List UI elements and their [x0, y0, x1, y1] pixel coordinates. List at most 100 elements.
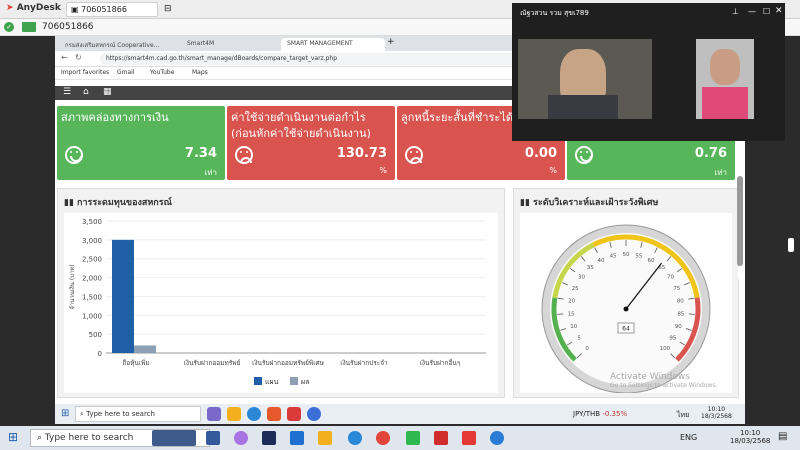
close-icon[interactable]: ✕ [775, 6, 783, 16]
app-icon[interactable] [287, 407, 301, 421]
clock-date: 18/03/2568 [730, 437, 771, 445]
teams-title: ณัฐวสวน รวม สุขเ789 [520, 9, 589, 17]
anydesk-session-tab[interactable]: ▣ 706051866 [66, 2, 158, 17]
card-liquidity[interactable]: สภาพคล่องทางการเงิน 7.34 เท่า [57, 106, 225, 180]
card-value: 130.73 [336, 146, 387, 161]
outlook-icon[interactable] [290, 431, 304, 445]
bookmark-maps[interactable]: Maps [192, 69, 208, 76]
minimize-icon[interactable]: — [748, 7, 756, 16]
maximize-icon[interactable]: ☐ [763, 7, 770, 16]
chrome-icon[interactable] [307, 407, 321, 421]
gauge-tick-label: 5 [577, 336, 581, 342]
anydesk-tab-label: 706051866 [81, 5, 127, 14]
y-tick-label: 3,500 [82, 218, 102, 226]
table-icon[interactable]: ▦ [103, 87, 112, 97]
remote-taskbar: ⊞ ⌕ Type here to search JPY/THB -0.35% ไ… [55, 404, 745, 424]
participant-face [710, 49, 740, 85]
pin-icon[interactable]: ⊥ [732, 7, 739, 16]
card-value: 7.34 [184, 146, 217, 161]
edge-icon[interactable] [348, 431, 362, 445]
bookmark-import[interactable]: Import favorites [61, 69, 109, 76]
search-highlight-image [152, 430, 196, 446]
edge-icon[interactable] [247, 407, 261, 421]
remote-clock[interactable]: 10:10 18/3/2568 [701, 406, 732, 420]
taskview-icon[interactable] [206, 431, 220, 445]
line-icon[interactable] [406, 431, 420, 445]
local-taskbar: ⊞ ⌕ Type here to search ENG 10:10 18/03/2… [0, 426, 800, 450]
bookmark-gmail[interactable]: Gmail [117, 69, 135, 76]
menu-icon[interactable]: ☰ [63, 87, 71, 97]
y-tick-label: 500 [89, 331, 102, 339]
clock-time: 10:10 [740, 429, 761, 437]
page-scrollbar[interactable] [737, 176, 743, 266]
windows-start-icon[interactable]: ⊞ [61, 408, 69, 419]
gauge-hub [623, 306, 629, 312]
clock-date: 18/3/2568 [701, 413, 732, 420]
copilot-icon[interactable] [234, 431, 248, 445]
language-indicator[interactable]: ENG [680, 433, 697, 442]
side-panel-handle[interactable] [788, 238, 794, 252]
bar-chart-icon: ▮▮ [64, 198, 74, 208]
gauge-tick-label: 85 [677, 311, 684, 317]
fundraising-bar-chart: 0 500 1,000 1,500 2,000 2,500 3,000 3,500 จำนวนเ… [69, 218, 486, 386]
app-icon[interactable] [207, 407, 221, 421]
participant-shirt [702, 87, 748, 119]
browser-tab-3[interactable]: SMART MANAGEMENT [281, 38, 385, 51]
card-unit: % [379, 166, 387, 175]
bar-chart-icon: ▮▮ [520, 198, 530, 208]
bar-แผน [112, 239, 134, 353]
legend-label: ผล [301, 378, 309, 386]
gauge-tick-label: 80 [677, 298, 684, 304]
app-icon[interactable] [267, 407, 281, 421]
x-tick-label: ถือหุ้นเพิ่ม [122, 358, 149, 367]
file-explorer-icon[interactable] [227, 407, 241, 421]
chart-area: 0 500 1,000 1,500 2,000 2,500 3,000 3,500 จำนวนเ… [64, 213, 498, 393]
bookmark-youtube[interactable]: YouTube [150, 69, 174, 76]
panel-title: การระดมทุนของสหกรณ์ [77, 198, 172, 208]
monitoring-panel: ▮▮ ระดับวิเคราะห์และเฝ้าระวังพิเศษ 0 5 10 1… [513, 188, 739, 398]
collapse-handle[interactable] [738, 266, 743, 280]
panel-header: ▮▮ การระดมทุนของสหกรณ์ [64, 195, 172, 209]
legend-label: แผน [265, 378, 279, 386]
monitor-icon[interactable]: ⊟ [164, 4, 172, 14]
windows-start-icon[interactable]: ⊞ [8, 430, 18, 444]
teams-icon[interactable] [490, 431, 504, 445]
notification-icon[interactable]: ▤ [778, 431, 787, 442]
participant-video-1 [518, 39, 652, 119]
check-icon: ✓ [4, 22, 14, 32]
browser-tab-2[interactable]: Smart4M [181, 38, 279, 51]
photoshop-icon[interactable] [262, 431, 276, 445]
file-explorer-icon[interactable] [318, 431, 332, 445]
y-axis-label: จำนวนเงิน (บาท) [69, 264, 76, 309]
participant-video-2 [696, 39, 754, 119]
chrome-icon[interactable] [376, 431, 390, 445]
smile-icon [65, 146, 83, 164]
gauge-tick-label: 30 [578, 275, 585, 281]
acrobat-icon[interactable] [434, 431, 448, 445]
browser-tab-1[interactable]: กรมส่งเสริมสหกรณ์ Cooperative... [59, 38, 179, 51]
tab-label: SMART MANAGEMENT [287, 40, 353, 47]
legend-swatch [254, 377, 262, 385]
x-tick-label: เงินรับฝากประจำ [340, 359, 388, 367]
home-icon[interactable]: ⌂ [83, 87, 89, 97]
anydesk-icon[interactable] [462, 431, 476, 445]
remote-search-box[interactable]: ⌕ Type here to search [75, 406, 201, 422]
gauge-tick-label: 50 [623, 252, 630, 258]
anydesk-address-value[interactable]: 706051866 [42, 22, 94, 32]
watermark-line1: Activate Windows [610, 372, 690, 382]
smile-icon [575, 146, 593, 164]
y-tick-label: 1,000 [82, 312, 102, 320]
language-indicator[interactable]: ไทย [677, 410, 689, 421]
gauge-tick-label: 55 [635, 254, 642, 260]
card-unit: % [549, 166, 557, 175]
frown-icon [235, 146, 253, 164]
card-unit: เท่า [204, 168, 218, 177]
card-expense-ratio[interactable]: ค่าใช้จ่ายดำเนินงานต่อกำไร (ก่อนหักค่าใช… [227, 106, 395, 180]
new-tab-icon[interactable]: + [387, 37, 395, 47]
search-placeholder: Type here to search [86, 410, 155, 418]
local-clock[interactable]: 10:10 18/03/2568 [730, 429, 770, 445]
gauge-tick-label: 25 [572, 286, 579, 292]
reload-icon[interactable]: ↻ [75, 53, 82, 62]
back-icon[interactable]: ← [61, 53, 68, 62]
gauge-tick-label: 20 [568, 298, 575, 304]
